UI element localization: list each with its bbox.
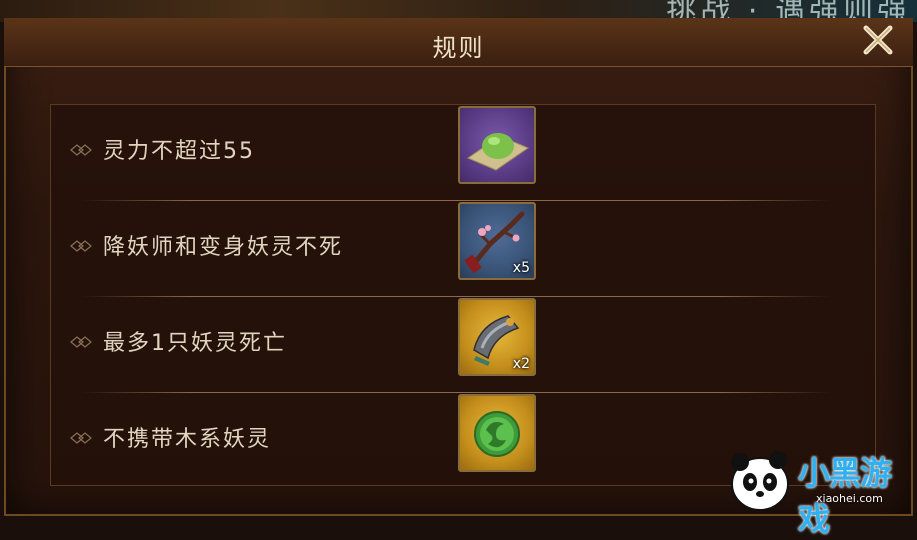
close-button[interactable] [858,22,898,58]
diamond-bullet-icon [70,144,92,156]
reward-item-slot[interactable] [458,394,536,472]
green-dumpling-icon [466,133,530,171]
rule-row: 灵力不超过55 [51,105,877,201]
item-quantity: x2 [512,356,530,372]
diamond-bullet-icon [70,432,92,444]
diamond-bullet-icon [70,336,92,348]
reward-item-slot[interactable] [458,106,536,184]
reward-item-slot[interactable]: x5 [458,202,536,280]
item-quantity: x5 [512,260,530,276]
dialog-title: 规则 [432,34,485,62]
site-watermark: 小黑游戏 xiaohei.com [728,444,917,538]
rule-row: 降妖师和变身妖灵不死 x5 [51,201,877,297]
close-x-icon [863,25,893,55]
reward-item-slot[interactable]: x2 [458,298,536,376]
rule-row: 最多1只妖灵死亡 x2 [51,297,877,393]
rule-text: 灵力不超过55 [103,139,255,164]
rule-text: 不携带木系妖灵 [103,427,272,452]
watermark-url: xiaohei.com [816,492,883,505]
diamond-bullet-icon [70,240,92,252]
rule-text: 降妖师和变身妖灵不死 [103,235,344,260]
rules-list: 灵力不超过55 降妖师和变身妖灵不死 x5 最多1只妖灵死亡 x2 不携带木系妖… [50,104,876,486]
wood-element-orb-icon [474,411,520,457]
rule-text: 最多1只妖灵死亡 [103,331,287,356]
